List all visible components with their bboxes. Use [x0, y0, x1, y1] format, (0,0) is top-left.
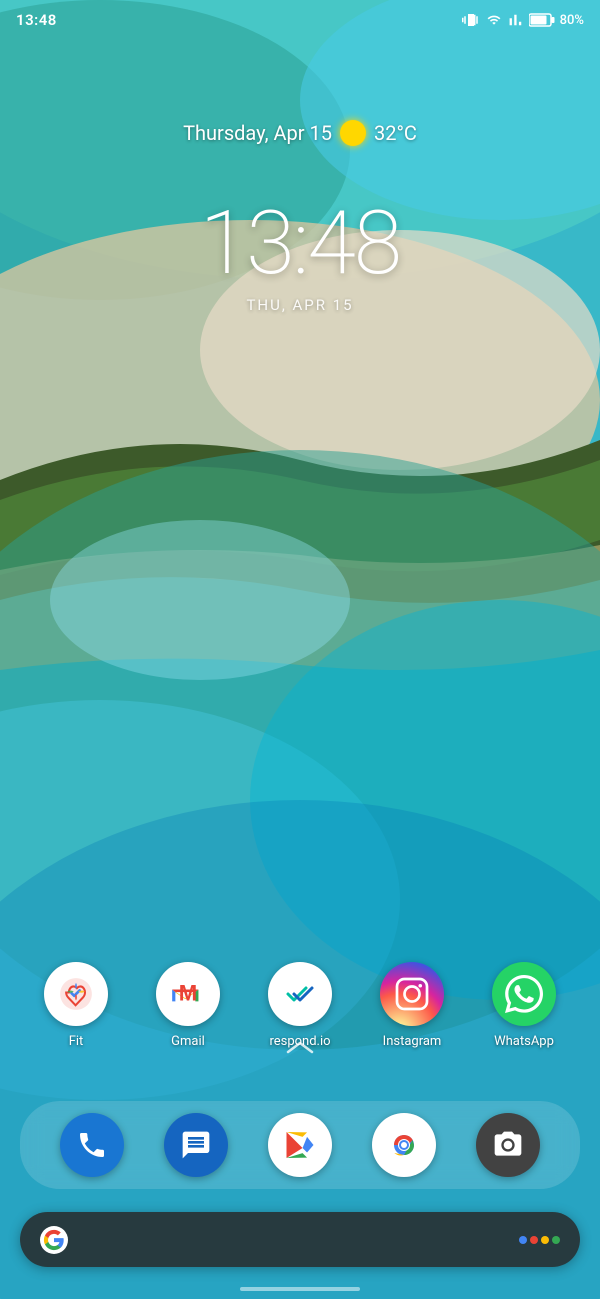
vibrate-icon — [462, 11, 480, 29]
temperature-text: 32°C — [374, 121, 417, 145]
google-assistant-icon[interactable] — [519, 1236, 560, 1244]
battery-icon — [529, 13, 555, 27]
instagram-label: Instagram — [383, 1034, 442, 1049]
dock-phone[interactable] — [60, 1113, 124, 1177]
app-fit[interactable]: Fit — [31, 962, 121, 1049]
app-gmail[interactable]: M Gmail — [143, 962, 233, 1049]
signal-icon — [508, 13, 524, 27]
gmail-icon: M — [156, 962, 220, 1026]
status-time: 13:48 — [16, 11, 57, 29]
app-whatsapp[interactable]: WhatsApp — [479, 962, 569, 1049]
svg-text:M: M — [179, 980, 197, 1005]
app-instagram[interactable]: Instagram — [367, 962, 457, 1049]
wifi-icon — [485, 13, 503, 27]
app-row-main: Fit — [20, 962, 580, 1049]
clock-time: 13:48 — [0, 200, 600, 288]
whatsapp-label: WhatsApp — [494, 1034, 554, 1049]
dock-chrome[interactable] — [372, 1113, 436, 1177]
gdot-red — [530, 1236, 538, 1244]
app-respond[interactable]: respond.io — [255, 962, 345, 1049]
battery-percent: 80% — [560, 13, 584, 28]
google-g-logo — [40, 1226, 68, 1254]
whatsapp-icon — [492, 962, 556, 1026]
clock-date: THU, APR 15 — [0, 296, 600, 314]
clock-widget: 13:48 THU, APR 15 — [0, 200, 600, 314]
date-weather-widget: Thursday, Apr 15 32°C — [0, 120, 600, 146]
instagram-icon — [380, 962, 444, 1026]
dock-camera[interactable] — [476, 1113, 540, 1177]
gdot-blue — [519, 1236, 527, 1244]
date-text: Thursday, Apr 15 — [183, 121, 332, 145]
fit-icon — [44, 962, 108, 1026]
search-bar[interactable] — [20, 1212, 580, 1267]
date-weather-text: Thursday, Apr 15 32°C — [0, 120, 600, 146]
respond-icon — [268, 962, 332, 1026]
gdot-green — [552, 1236, 560, 1244]
home-indicator — [240, 1287, 360, 1291]
dock — [20, 1101, 580, 1189]
swipe-hint — [285, 1040, 315, 1061]
sun-icon — [340, 120, 366, 146]
status-icons: 80% — [462, 11, 584, 29]
gmail-label: Gmail — [171, 1034, 205, 1049]
gdot-yellow — [541, 1236, 549, 1244]
status-bar: 13:48 80% — [0, 0, 600, 40]
fit-label: Fit — [69, 1034, 84, 1049]
dock-messages[interactable] — [164, 1113, 228, 1177]
dock-playstore[interactable] — [268, 1113, 332, 1177]
